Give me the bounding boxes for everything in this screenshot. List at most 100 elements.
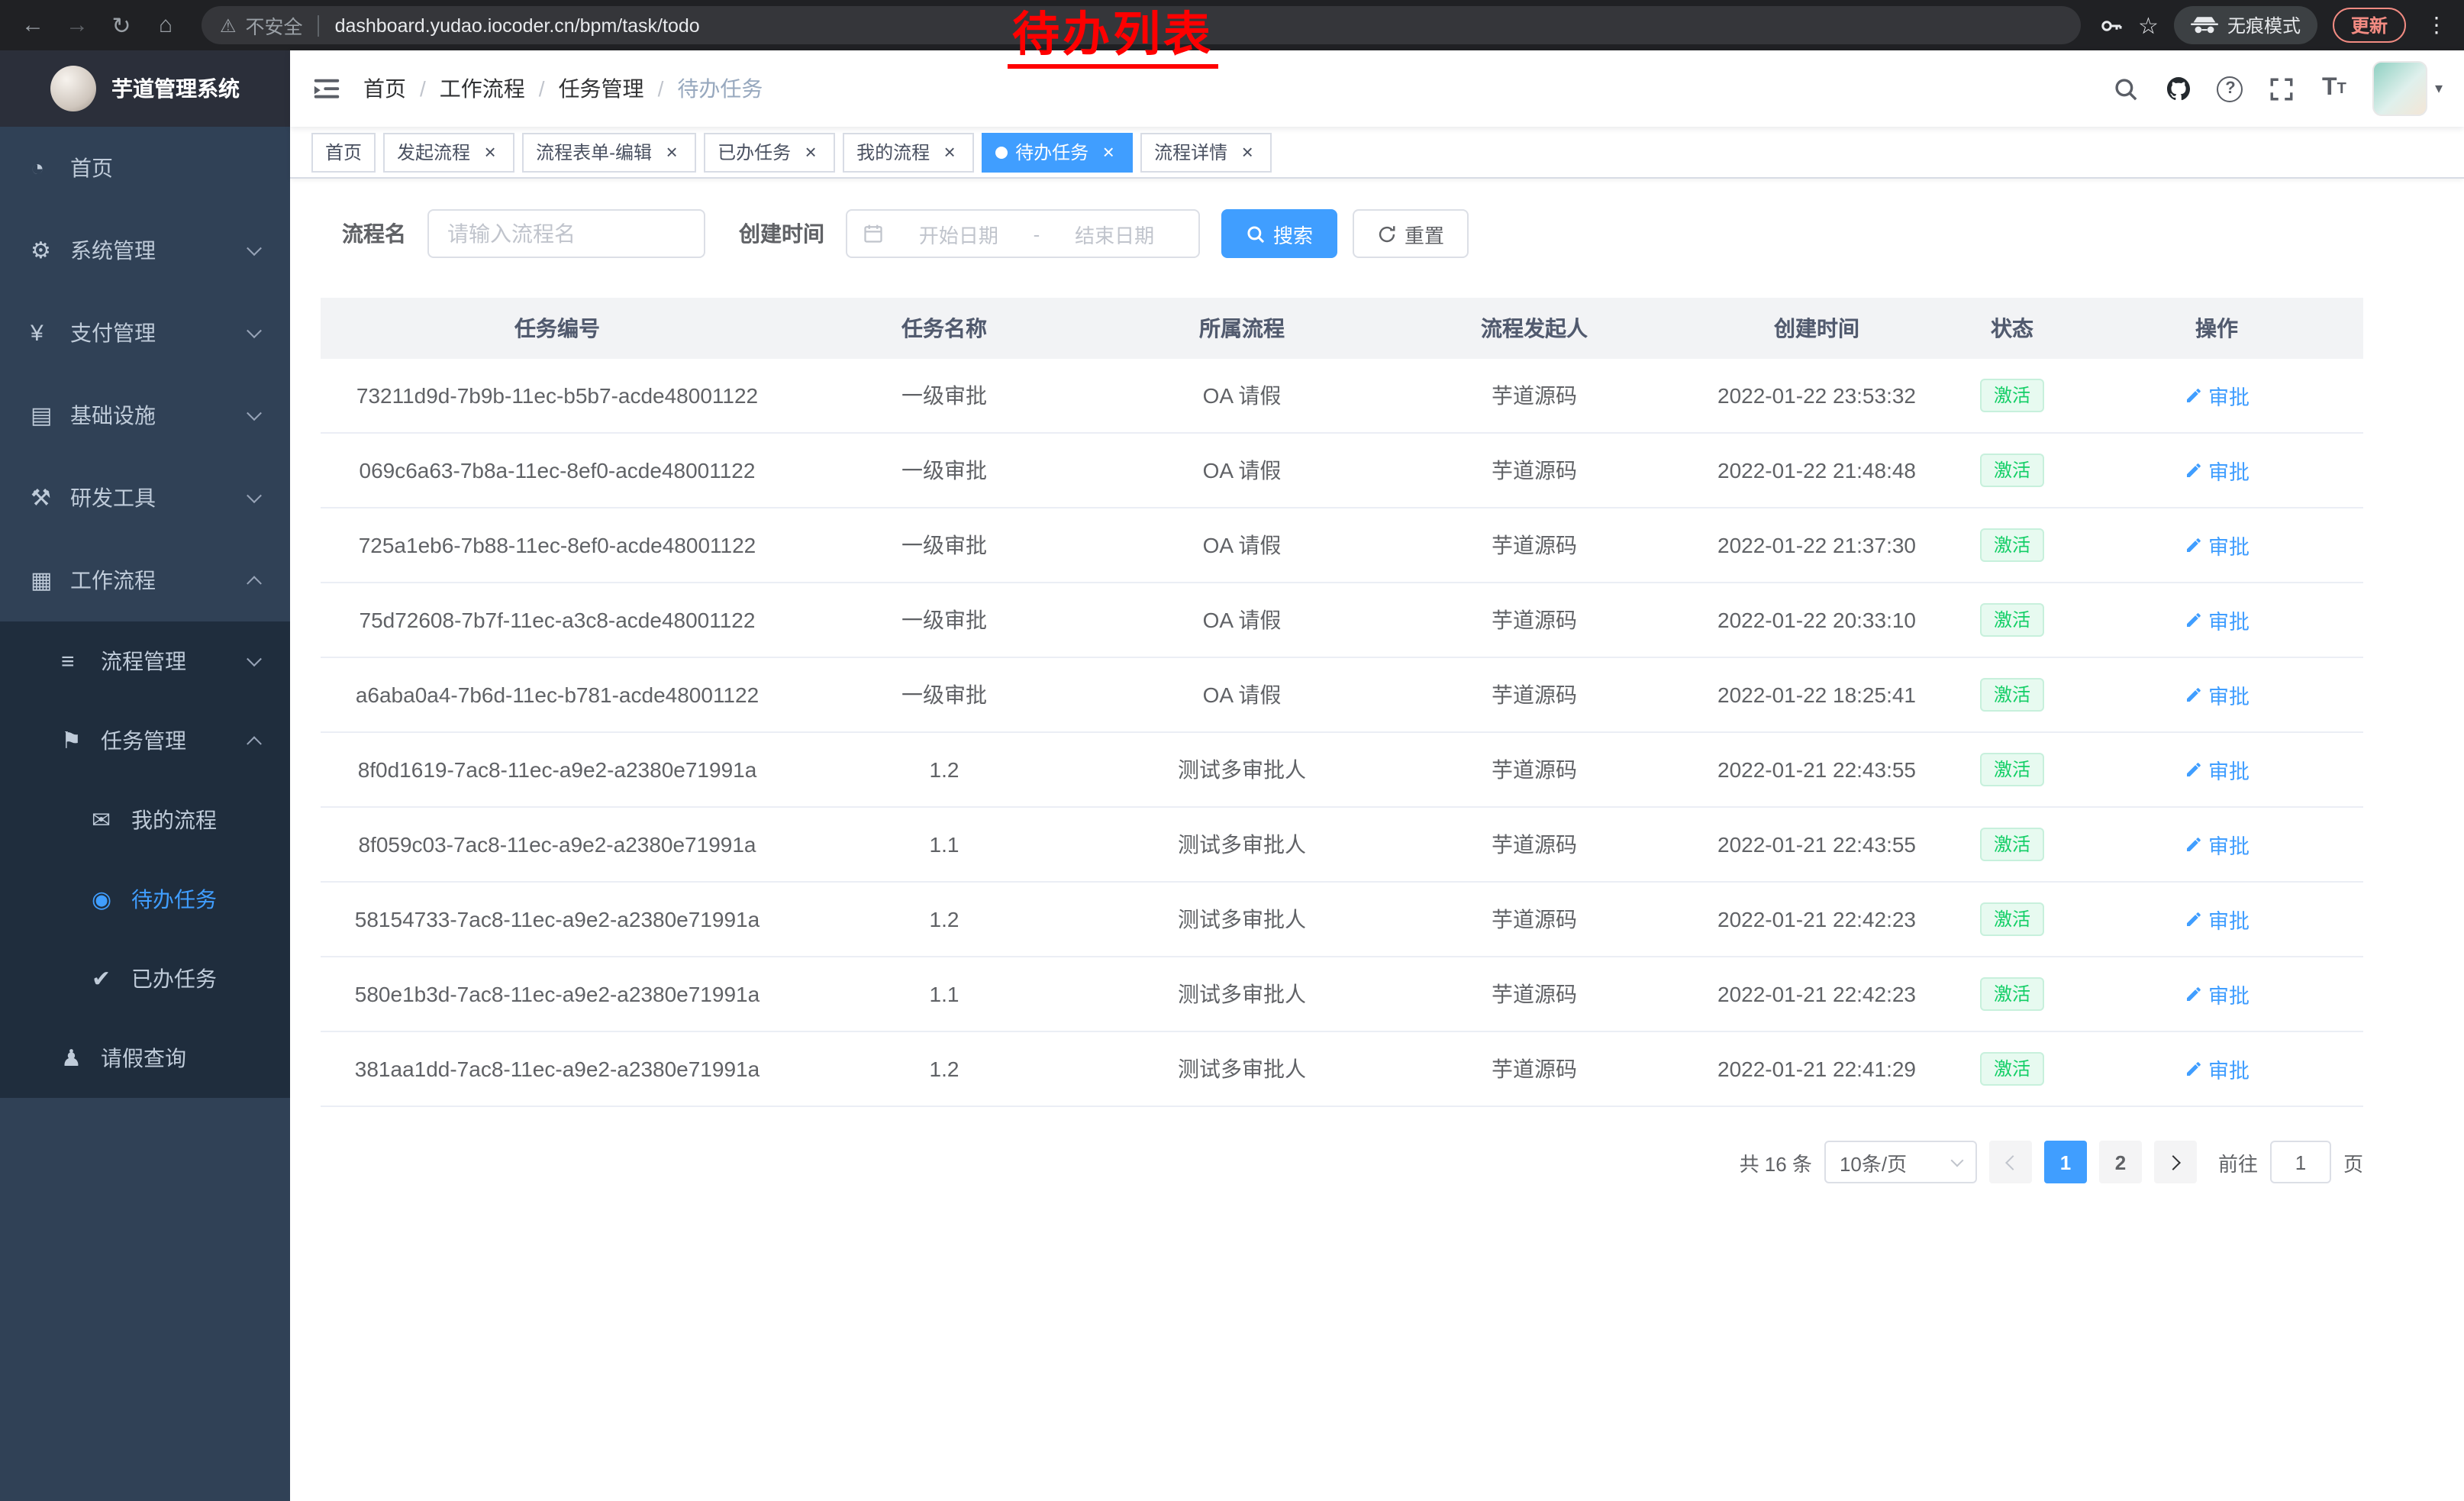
cell-action: 审批: [2070, 883, 2363, 956]
sidebar-item[interactable]: ◔ 首页: [0, 127, 290, 209]
range-separator: -: [1034, 222, 1040, 245]
reset-button[interactable]: 重置: [1353, 209, 1469, 258]
sidebar-item[interactable]: ⚒ 研发工具: [0, 457, 290, 539]
breadcrumb-link[interactable]: 任务管理: [559, 73, 644, 104]
cell-created-time: 2022-01-22 21:37:30: [1679, 508, 1954, 582]
breadcrumb: 首页 / 工作流程 / 任务管理 /: [363, 73, 763, 104]
tab[interactable]: 待办任务 ×: [982, 132, 1133, 172]
tab-close-icon[interactable]: ×: [661, 141, 682, 163]
sidebar-item-label: 首页: [70, 153, 113, 183]
sidebar: 芋道管理系统 ◔ 首页 ⚙ 系统管理: [0, 50, 290, 1501]
breadcrumb-link[interactable]: 首页: [363, 73, 406, 104]
update-button[interactable]: 更新: [2333, 8, 2406, 43]
search-icon: [2114, 76, 2140, 102]
next-page-button[interactable]: [2154, 1141, 2197, 1183]
cell-action: 审批: [2070, 359, 2363, 432]
chevron-left-icon: [2005, 1154, 2021, 1170]
sidebar-item[interactable]: ≡ 流程管理: [0, 621, 290, 701]
cell-task-name: 1.1: [794, 957, 1095, 1031]
browser-forward-button[interactable]: →: [56, 5, 98, 46]
not-secure-warning-icon: ⚠: [220, 15, 237, 36]
approve-button[interactable]: 审批: [2184, 679, 2250, 710]
status-badge: 激活: [1980, 528, 2044, 562]
app-logo[interactable]: 芋道管理系统: [0, 50, 290, 127]
breadcrumb-link[interactable]: 待办任务: [677, 73, 763, 104]
browser-refresh-button[interactable]: ↻: [101, 5, 142, 46]
help-button[interactable]: ?: [2204, 50, 2256, 127]
sidebar-item[interactable]: ▦ 工作流程: [0, 539, 290, 621]
tab-close-icon[interactable]: ×: [1098, 141, 1119, 163]
approve-button[interactable]: 审批: [2184, 979, 2250, 1009]
browser-menu-icon[interactable]: ⋮: [2421, 12, 2452, 38]
fullscreen-button[interactable]: [2256, 50, 2308, 127]
approve-button[interactable]: 审批: [2184, 904, 2250, 934]
github-icon: [2165, 75, 2192, 102]
user-avatar[interactable]: [2372, 61, 2427, 116]
pagination: 共 16 条 10条/页 1 2: [321, 1141, 2363, 1244]
browser-home-button[interactable]: ⌂: [145, 5, 186, 46]
sidebar-item-label: 我的流程: [131, 805, 217, 835]
github-link[interactable]: [2153, 50, 2204, 127]
cell-process: OA 请假: [1095, 583, 1389, 657]
sidebar-item-label: 工作流程: [70, 565, 156, 596]
start-date-placeholder: 开始日期: [890, 219, 1027, 248]
approve-button[interactable]: 审批: [2184, 455, 2250, 486]
tab[interactable]: 流程表单-编辑 ×: [522, 132, 696, 172]
approve-button[interactable]: 审批: [2184, 754, 2250, 785]
tab[interactable]: 首页: [311, 132, 376, 172]
sidebar-item[interactable]: ▤ 基础设施: [0, 374, 290, 457]
sidebar-item-label: 任务管理: [101, 725, 186, 756]
breadcrumb-separator: /: [539, 76, 545, 101]
page-number-button[interactable]: 1: [2044, 1141, 2087, 1183]
tab-close-icon[interactable]: ×: [479, 141, 501, 163]
navbar-tools: ? TT ▾: [2101, 50, 2464, 127]
page-size-select[interactable]: 10条/页: [1824, 1141, 1977, 1183]
cell-task-id: 381aa1dd-7ac8-11ec-a9e2-a2380e71991a: [321, 1032, 794, 1106]
sidebar-item[interactable]: ♟ 请假查询: [0, 1018, 290, 1098]
cell-created-time: 2022-01-21 22:41:29: [1679, 1032, 1954, 1106]
process-name-input[interactable]: [427, 209, 705, 258]
sidebar-item[interactable]: ¥ 支付管理: [0, 292, 290, 374]
tab[interactable]: 已办任务 ×: [704, 132, 835, 172]
page-number-button[interactable]: 2: [2099, 1141, 2142, 1183]
sidebar-toggle-button[interactable]: [290, 50, 363, 127]
tab-close-icon[interactable]: ×: [800, 141, 821, 163]
sidebar-item[interactable]: ⚙ 系统管理: [0, 209, 290, 292]
sidebar-item[interactable]: ◉ 待办任务: [0, 860, 290, 939]
create-time-label: 创建时间: [739, 218, 824, 249]
cell-initiator: 芋道源码: [1389, 883, 1679, 956]
sidebar-item[interactable]: ⚑ 任务管理: [0, 701, 290, 780]
approve-button[interactable]: 审批: [2184, 605, 2250, 635]
column-header: 状态: [1954, 298, 2070, 359]
sidebar-item[interactable]: ✔ 已办任务: [0, 939, 290, 1018]
omnibox-divider: [318, 15, 320, 36]
approve-button[interactable]: 审批: [2184, 829, 2250, 860]
approve-button[interactable]: 审批: [2184, 530, 2250, 560]
sidebar-item[interactable]: ✉ 我的流程: [0, 780, 290, 860]
tab[interactable]: 流程详情 ×: [1140, 132, 1272, 172]
edit-icon: [2184, 835, 2202, 854]
prev-page-button[interactable]: [1989, 1141, 2032, 1183]
breadcrumb-link[interactable]: 工作流程: [440, 73, 525, 104]
header-search-button[interactable]: [2101, 50, 2153, 127]
approve-button[interactable]: 审批: [2184, 1054, 2250, 1084]
browser-toolbar-right: ☆ 无痕模式 更新 ⋮: [2098, 6, 2452, 44]
sidebar-item-label: 系统管理: [70, 235, 156, 266]
tab[interactable]: 发起流程 ×: [383, 132, 514, 172]
goto-page-input[interactable]: [2270, 1141, 2331, 1183]
end-date-placeholder: 结束日期: [1046, 219, 1183, 248]
date-range-picker[interactable]: 开始日期 - 结束日期: [846, 209, 1200, 258]
search-button[interactable]: 搜索: [1221, 209, 1337, 258]
tab-close-icon[interactable]: ×: [939, 141, 960, 163]
tab[interactable]: 我的流程 ×: [843, 132, 974, 172]
bookmark-star-icon[interactable]: ☆: [2138, 11, 2159, 39]
page-size-value: 10条/页: [1840, 1148, 1907, 1177]
tab-close-icon[interactable]: ×: [1237, 141, 1258, 163]
calendar-icon: [863, 223, 884, 244]
browser-back-button[interactable]: ←: [12, 5, 53, 46]
approve-button[interactable]: 审批: [2184, 380, 2250, 411]
chevron-down-icon[interactable]: ▾: [2435, 80, 2443, 97]
key-icon[interactable]: [2098, 13, 2123, 37]
status-badge: 激活: [1980, 1052, 2044, 1086]
font-size-button[interactable]: TT: [2308, 50, 2360, 127]
